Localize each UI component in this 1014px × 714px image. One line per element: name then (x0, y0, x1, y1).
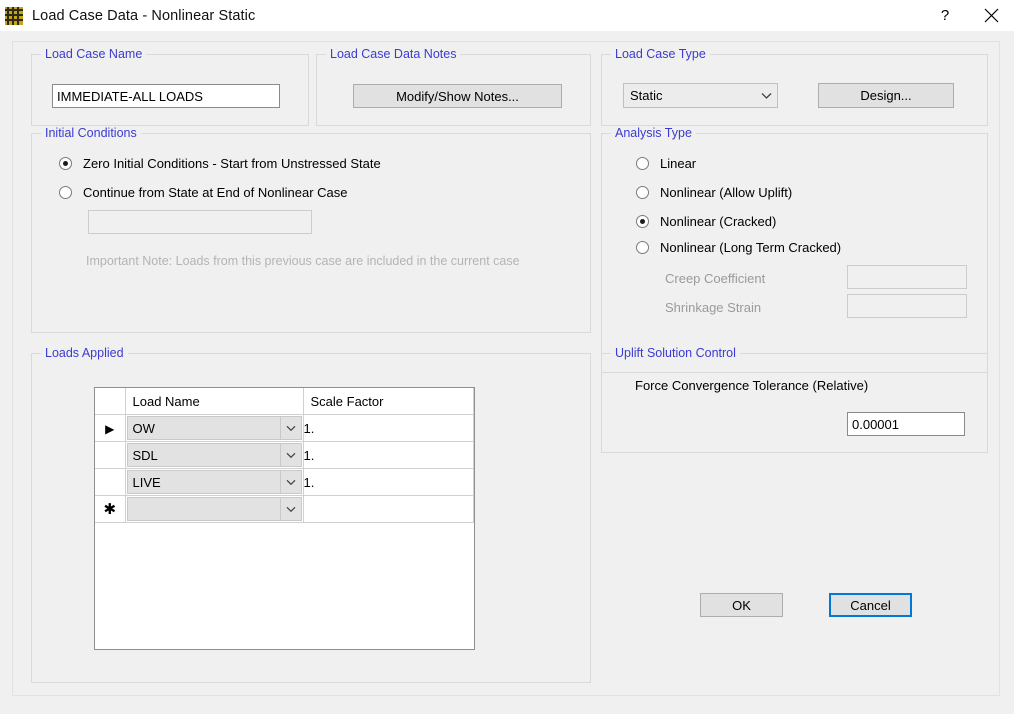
load-name-cell[interactable]: LIVE (125, 468, 304, 496)
load-name-select[interactable]: SDL (126, 443, 302, 467)
previous-case-input[interactable] (88, 210, 312, 234)
load-case-name-group-label: Load Case Name (41, 47, 147, 61)
initial-conditions-group: Initial Conditions Zero Initial Conditio… (31, 126, 591, 333)
radio-zero-initial-conditions[interactable]: Zero Initial Conditions - Start from Uns… (59, 156, 381, 171)
chevron-down-icon[interactable] (279, 471, 301, 493)
load-case-notes-group: Load Case Data Notes Modify/Show Notes..… (316, 47, 591, 126)
content-panel: Load Case Name Load Case Data Notes Modi… (12, 41, 1000, 696)
load-name-cell[interactable] (125, 495, 304, 523)
initial-conditions-group-label: Initial Conditions (41, 126, 141, 140)
window-title: Load Case Data - Nonlinear Static (32, 7, 256, 24)
help-button[interactable]: ? (922, 0, 968, 31)
radio-nonlinear-cracked-label: Nonlinear (Cracked) (660, 214, 777, 229)
radio-linear-label: Linear (660, 156, 697, 171)
row-selector-cell[interactable]: ▶ (95, 414, 126, 442)
column-header-scale-factor-text: Scale Factor (310, 393, 384, 409)
load-name-value: SDL (132, 447, 158, 463)
modify-show-notes-button[interactable]: Modify/Show Notes... (353, 84, 562, 108)
load-name-value: OW (132, 420, 155, 436)
load-name-value: LIVE (132, 474, 161, 490)
design-button[interactable]: Design... (818, 83, 954, 108)
creep-coefficient-label: Creep Coefficient (665, 271, 766, 286)
new-row-asterisk-icon: ✱ (103, 500, 117, 518)
radio-continue-from-state[interactable]: Continue from State at End of Nonlinear … (59, 185, 347, 200)
row-current-marker-icon: ▶ (105, 421, 115, 436)
table-row[interactable]: ▶ OW 1. (95, 414, 474, 442)
scale-factor-cell[interactable]: 1. (303, 414, 474, 442)
column-header-load-name: Load Name (125, 388, 304, 415)
chevron-down-icon (755, 92, 777, 100)
radio-icon-unselected (59, 186, 72, 199)
uplift-solution-control-group: Uplift Solution Control Force Convergenc… (601, 346, 988, 453)
table-row[interactable]: LIVE 1. (95, 468, 474, 496)
creep-coefficient-input[interactable] (847, 265, 967, 289)
column-header-scale-factor: Scale Factor (303, 388, 474, 415)
loads-applied-group: Loads Applied Load Name Scale Factor ▶ O… (31, 346, 591, 683)
radio-nonlinear-allow-uplift-label: Nonlinear (Allow Uplift) (660, 185, 793, 200)
scale-factor-cell[interactable]: 1. (303, 468, 474, 496)
uplift-solution-control-group-label: Uplift Solution Control (611, 346, 740, 360)
shrinkage-strain-input[interactable] (847, 294, 967, 318)
chevron-down-icon[interactable] (279, 444, 301, 466)
load-name-cell[interactable]: OW (125, 414, 304, 442)
column-header-selector (95, 388, 126, 415)
initial-conditions-note: Important Note: Loads from this previous… (86, 254, 520, 268)
analysis-type-group-label: Analysis Type (611, 126, 696, 140)
analysis-type-group: Analysis Type Linear Nonlinear (Allow Up… (601, 126, 988, 373)
column-header-load-name-text: Load Name (132, 393, 200, 409)
load-case-name-input[interactable] (52, 84, 280, 108)
load-case-type-select[interactable]: Static (623, 83, 778, 108)
table-row[interactable]: SDL 1. (95, 441, 474, 469)
radio-linear[interactable]: Linear (636, 156, 696, 171)
grid-mesh-icon (5, 6, 23, 25)
load-case-type-value: Static (630, 88, 663, 103)
load-case-data-dialog: Load Case Data - Nonlinear Static ? Load… (0, 0, 1014, 714)
window-controls: ? (922, 0, 1014, 31)
scale-factor-cell[interactable] (303, 495, 474, 523)
load-case-notes-group-label: Load Case Data Notes (326, 47, 461, 61)
close-icon[interactable] (968, 0, 1014, 31)
load-name-select[interactable]: LIVE (126, 470, 302, 494)
row-selector-cell[interactable] (95, 468, 126, 496)
load-name-cell[interactable]: SDL (125, 441, 304, 469)
radio-icon-selected (59, 157, 72, 170)
radio-nonlinear-long-term-cracked[interactable]: Nonlinear (Long Term Cracked) (636, 240, 841, 255)
row-selector-cell[interactable] (95, 441, 126, 469)
dialog-body: Load Case Name Load Case Data Notes Modi… (0, 31, 1014, 714)
ok-button[interactable]: OK (700, 593, 783, 617)
chevron-down-icon[interactable] (279, 498, 301, 520)
table-header-row: Load Name Scale Factor (95, 388, 474, 415)
load-case-name-group: Load Case Name (31, 47, 309, 126)
load-case-type-group: Load Case Type Static Design... (601, 47, 988, 126)
load-name-select[interactable] (126, 497, 302, 521)
load-case-type-group-label: Load Case Type (611, 47, 710, 61)
radio-zero-initial-conditions-label: Zero Initial Conditions - Start from Uns… (83, 156, 381, 171)
loads-table-container: Load Name Scale Factor ▶ OW 1. SDL 1. LI… (94, 387, 475, 650)
loads-applied-group-label: Loads Applied (41, 346, 128, 360)
radio-nonlinear-cracked[interactable]: Nonlinear (Cracked) (636, 214, 776, 229)
radio-icon-unselected (636, 157, 649, 170)
table-row-new[interactable]: ✱ (95, 495, 474, 523)
radio-continue-from-state-label: Continue from State at End of Nonlinear … (83, 185, 348, 200)
radio-nonlinear-allow-uplift[interactable]: Nonlinear (Allow Uplift) (636, 185, 792, 200)
chevron-down-icon[interactable] (279, 417, 301, 439)
row-selector-cell[interactable]: ✱ (95, 495, 126, 523)
radio-nonlinear-long-term-cracked-label: Nonlinear (Long Term Cracked) (660, 240, 842, 255)
title-bar: Load Case Data - Nonlinear Static ? (0, 0, 1014, 31)
force-convergence-tolerance-input[interactable] (847, 412, 965, 436)
cancel-button[interactable]: Cancel (829, 593, 912, 617)
load-name-select[interactable]: OW (126, 416, 302, 440)
radio-icon-selected (636, 215, 649, 228)
force-convergence-tolerance-label: Force Convergence Tolerance (Relative) (635, 378, 869, 393)
radio-icon-unselected (636, 241, 649, 254)
scale-factor-cell[interactable]: 1. (303, 441, 474, 469)
shrinkage-strain-label: Shrinkage Strain (665, 300, 762, 315)
loads-table: Load Name Scale Factor ▶ OW 1. SDL 1. LI… (95, 388, 474, 523)
radio-icon-unselected (636, 186, 649, 199)
